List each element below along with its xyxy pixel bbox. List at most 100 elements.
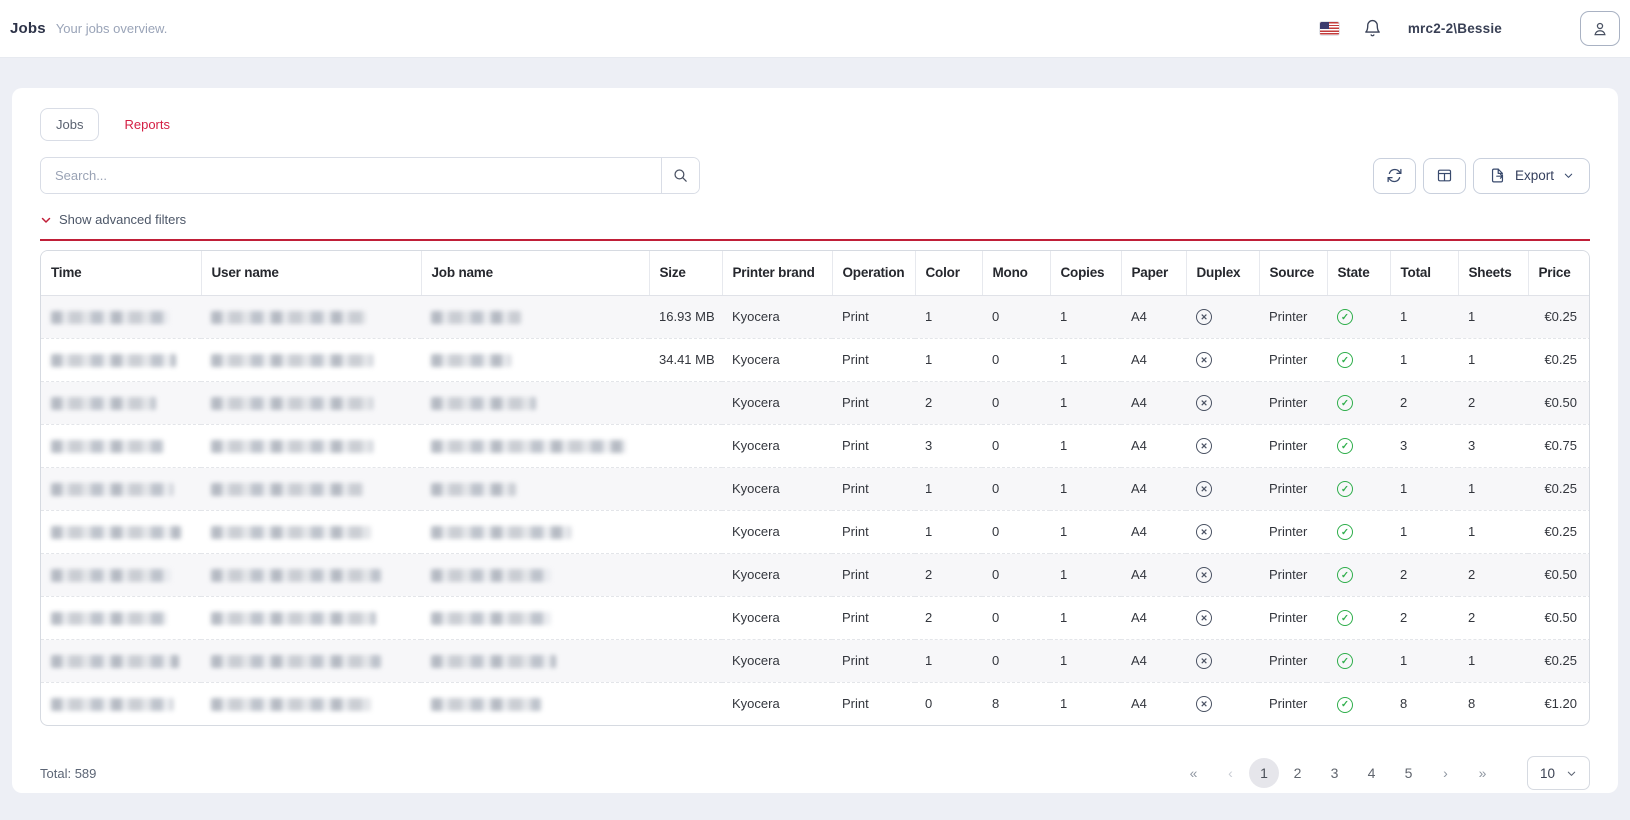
search-button[interactable] xyxy=(661,158,699,193)
chevron-down-icon xyxy=(40,214,52,226)
refresh-button[interactable] xyxy=(1373,158,1416,194)
circle-x-icon: ✕ xyxy=(1196,481,1212,497)
pagination-page-4[interactable]: 4 xyxy=(1353,758,1390,788)
bell-icon[interactable] xyxy=(1363,19,1382,38)
column-header-price[interactable]: Price xyxy=(1528,251,1590,295)
circle-x-icon: ✕ xyxy=(1196,309,1212,325)
cell-size: 16.93 MB xyxy=(649,295,722,338)
circle-check-icon: ✓ xyxy=(1337,567,1353,583)
cell-copies: 1 xyxy=(1050,596,1121,639)
column-header-mono[interactable]: Mono xyxy=(982,251,1050,295)
account-button[interactable] xyxy=(1580,11,1620,46)
page-size-select[interactable]: 10 xyxy=(1527,756,1590,790)
cell-user-name xyxy=(201,424,421,467)
cell-state: ✓ xyxy=(1327,381,1390,424)
table-row[interactable]: KyoceraPrint101A4✕Printer✓11€0.25 xyxy=(41,639,1590,682)
cell-paper: A4 xyxy=(1121,553,1186,596)
cell-sheets: 2 xyxy=(1458,553,1528,596)
column-header-copies[interactable]: Copies xyxy=(1050,251,1121,295)
cell-operation: Print xyxy=(832,295,915,338)
column-header-sheets[interactable]: Sheets xyxy=(1458,251,1528,295)
circle-check-icon: ✓ xyxy=(1337,697,1353,713)
redacted-text xyxy=(51,397,156,410)
columns-button[interactable] xyxy=(1423,158,1466,194)
redacted-text xyxy=(431,440,626,453)
pagination-next-button[interactable]: › xyxy=(1427,758,1464,788)
pagination-page-5[interactable]: 5 xyxy=(1390,758,1427,788)
redacted-text xyxy=(431,698,541,711)
table-row[interactable]: KyoceraPrint201A4✕Printer✓22€0.50 xyxy=(41,381,1590,424)
redacted-text xyxy=(211,569,381,582)
total-label: Total: xyxy=(40,766,71,781)
cell-price: €0.75 xyxy=(1528,424,1590,467)
export-button[interactable]: Export xyxy=(1473,158,1590,194)
pagination-last-button[interactable]: » xyxy=(1464,758,1501,788)
table-row[interactable]: KyoceraPrint101A4✕Printer✓11€0.25 xyxy=(41,467,1590,510)
circle-check-icon: ✓ xyxy=(1337,438,1353,454)
show-advanced-filters-toggle[interactable]: Show advanced filters xyxy=(40,212,186,227)
cell-state: ✓ xyxy=(1327,682,1390,725)
column-header-printer-brand[interactable]: Printer brand xyxy=(722,251,832,295)
table-row[interactable]: KyoceraPrint081A4✕Printer✓88€1.20 xyxy=(41,682,1590,725)
cell-time xyxy=(41,424,201,467)
tab-jobs[interactable]: Jobs xyxy=(40,108,99,141)
cell-paper: A4 xyxy=(1121,338,1186,381)
cell-time xyxy=(41,295,201,338)
tab-reports[interactable]: Reports xyxy=(109,109,185,140)
table-row[interactable]: KyoceraPrint201A4✕Printer✓22€0.50 xyxy=(41,553,1590,596)
redacted-text xyxy=(51,311,169,324)
cell-mono: 0 xyxy=(982,295,1050,338)
cell-paper: A4 xyxy=(1121,381,1186,424)
cell-user-name xyxy=(201,596,421,639)
cell-job-name xyxy=(421,553,649,596)
cell-size xyxy=(649,510,722,553)
column-header-total[interactable]: Total xyxy=(1390,251,1458,295)
filters-toggle-label: Show advanced filters xyxy=(59,212,186,227)
column-header-size[interactable]: Size xyxy=(649,251,722,295)
table-row[interactable]: 34.41 MBKyoceraPrint101A4✕Printer✓11€0.2… xyxy=(41,338,1590,381)
column-header-source[interactable]: Source xyxy=(1259,251,1327,295)
column-header-operation[interactable]: Operation xyxy=(832,251,915,295)
cell-sheets: 1 xyxy=(1458,467,1528,510)
cell-printer-brand: Kyocera xyxy=(722,682,832,725)
pagination-page-3[interactable]: 3 xyxy=(1316,758,1353,788)
us-flag-icon[interactable] xyxy=(1320,22,1339,35)
cell-source: Printer xyxy=(1259,295,1327,338)
column-header-user-name[interactable]: User name xyxy=(201,251,421,295)
pagination-page-1[interactable]: 1 xyxy=(1249,758,1279,788)
cell-time xyxy=(41,338,201,381)
cell-copies: 1 xyxy=(1050,295,1121,338)
cell-sheets: 1 xyxy=(1458,510,1528,553)
table-row[interactable]: 16.93 MBKyoceraPrint101A4✕Printer✓11€0.2… xyxy=(41,295,1590,338)
cell-operation: Print xyxy=(832,682,915,725)
cell-user-name xyxy=(201,381,421,424)
circle-check-icon: ✓ xyxy=(1337,653,1353,669)
column-header-color[interactable]: Color xyxy=(915,251,982,295)
cell-state: ✓ xyxy=(1327,295,1390,338)
table-row[interactable]: KyoceraPrint301A4✕Printer✓33€0.75 xyxy=(41,424,1590,467)
cell-paper: A4 xyxy=(1121,596,1186,639)
search-input[interactable] xyxy=(41,158,661,193)
cell-user-name xyxy=(201,467,421,510)
pagination-prev-button[interactable]: ‹ xyxy=(1212,758,1249,788)
cell-duplex: ✕ xyxy=(1186,553,1259,596)
table-row[interactable]: KyoceraPrint101A4✕Printer✓11€0.25 xyxy=(41,510,1590,553)
cell-duplex: ✕ xyxy=(1186,682,1259,725)
table-footer: Total: 589 « ‹ 12345 › » 10 xyxy=(40,756,1590,790)
column-header-duplex[interactable]: Duplex xyxy=(1186,251,1259,295)
column-header-paper[interactable]: Paper xyxy=(1121,251,1186,295)
table-row[interactable]: KyoceraPrint201A4✕Printer✓22€0.50 xyxy=(41,596,1590,639)
pagination-page-2[interactable]: 2 xyxy=(1279,758,1316,788)
redacted-text xyxy=(211,483,363,496)
cell-copies: 1 xyxy=(1050,639,1121,682)
redacted-text xyxy=(431,311,521,324)
cell-price: €0.50 xyxy=(1528,553,1590,596)
tab-bar: Jobs Reports xyxy=(40,108,1590,141)
pagination-first-button[interactable]: « xyxy=(1175,758,1212,788)
cell-total: 2 xyxy=(1390,553,1458,596)
cell-total: 3 xyxy=(1390,424,1458,467)
column-header-state[interactable]: State xyxy=(1327,251,1390,295)
cell-printer-brand: Kyocera xyxy=(722,295,832,338)
column-header-time[interactable]: Time xyxy=(41,251,201,295)
column-header-job-name[interactable]: Job name xyxy=(421,251,649,295)
